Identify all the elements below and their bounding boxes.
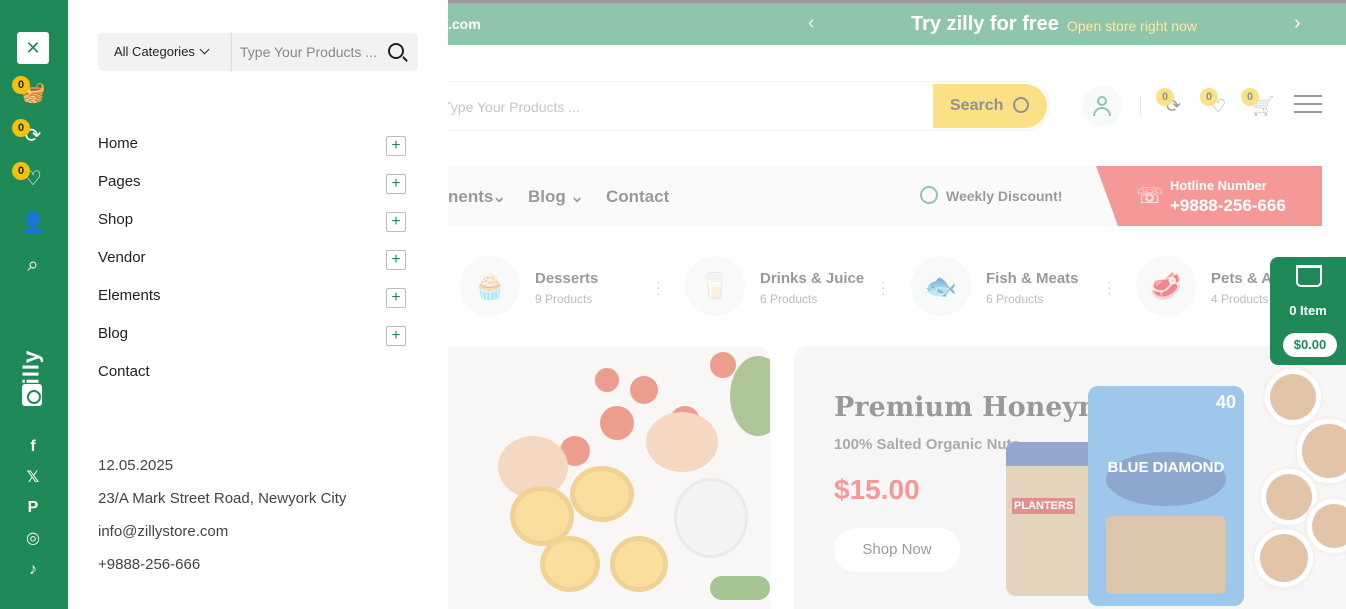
rail-wishlist-badge: 0 [12,162,30,180]
expand-plus-icon[interactable]: + [386,288,406,308]
expand-plus-icon[interactable]: + [386,326,406,346]
basket-icon [1296,265,1322,287]
pinterest-icon[interactable]: P [22,497,44,519]
menu-item-vendor[interactable]: Vendor + [98,246,408,270]
chevron-down-icon [199,44,210,55]
search-divider [231,33,232,71]
close-button[interactable]: ✕ [17,32,49,64]
user-icon[interactable]: 👤 [20,210,46,236]
menu-item-label: Elements [98,287,161,304]
menu-item-blog[interactable]: Blog + [98,322,408,346]
menu-item-label: Shop [98,211,134,228]
floating-cart-items: 0 Item [1289,303,1327,318]
instagram-icon[interactable]: ◎ [22,528,44,550]
menu-item-label: Home [98,135,139,152]
rail-cart-badge: 0 [12,76,30,94]
menu-item-label: Pages [98,173,141,190]
menu-item-home[interactable]: Home + [98,132,408,156]
info-date: 12.05.2025 [98,457,174,474]
menu-item-shop[interactable]: Shop + [98,208,408,232]
menu-item-contact[interactable]: Contact [98,360,408,384]
expand-plus-icon[interactable]: + [386,174,406,194]
info-email[interactable]: info@zillystore.com [98,523,228,540]
tiktok-icon[interactable]: ♪ [22,559,44,581]
expand-plus-icon[interactable]: + [386,250,406,270]
menu-item-label: Vendor [98,249,146,266]
rail-compare-badge: 0 [12,119,30,137]
facebook-icon[interactable]: f [22,436,44,458]
offcanvas-menu: All Categories Home + Pages + Shop + Ven… [68,0,448,609]
search-icon[interactable] [388,43,404,59]
x-twitter-icon[interactable]: 𝕏 [22,467,44,489]
panel-search-input[interactable] [240,33,388,71]
menu-item-pages[interactable]: Pages + [98,170,408,194]
floating-cart[interactable]: 0 Item $0.00 [1270,257,1346,365]
menu-item-label: Blog [98,325,129,342]
menu-item-elements[interactable]: Elements + [98,284,408,308]
info-address: 23/A Mark Street Road, Newyork City [98,490,347,507]
expand-plus-icon[interactable]: + [386,136,406,156]
category-select-label: All Categories [114,44,195,59]
panel-search: All Categories [98,33,418,71]
category-select[interactable]: All Categories [114,44,210,59]
menu-item-label: Contact [98,363,150,380]
search-icon[interactable]: ⌕ [20,252,46,278]
brand-bag-icon [22,384,42,406]
brand-logo[interactable]: zilly [14,338,54,408]
icon-rail: ✕ 🧺 0 ⟳ 0 ♡ 0 👤 ⌕ zilly f 𝕏 P ◎ ♪ [0,0,68,609]
floating-cart-price: $0.00 [1283,333,1337,357]
info-phone[interactable]: +9888-256-666 [98,556,200,573]
expand-plus-icon[interactable]: + [386,212,406,232]
